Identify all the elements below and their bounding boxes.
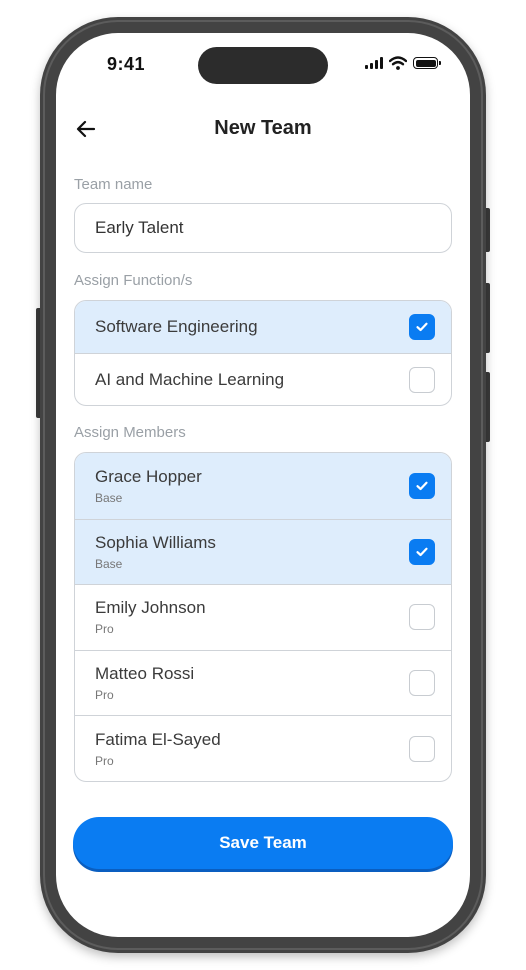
checkbox-checked[interactable]: [409, 314, 435, 340]
member-item-sophia-williams[interactable]: Sophia Williams Base: [75, 518, 451, 585]
functions-list: Software Engineering AI and Machine Lear…: [74, 300, 452, 406]
member-plan: Pro: [95, 688, 114, 703]
function-label: Software Engineering: [95, 317, 258, 336]
assign-members-label: Assign Members: [74, 424, 186, 441]
member-plan: Base: [95, 556, 123, 571]
save-team-button[interactable]: Save Team: [73, 817, 453, 869]
dynamic-island: [198, 47, 328, 84]
function-label: AI and Machine Learning: [95, 369, 285, 389]
member-name: Fatima El-Sayed: [95, 729, 221, 749]
checkbox-checked[interactable]: [409, 538, 435, 565]
battery-icon: [413, 57, 441, 69]
member-text: Fatima El-Sayed Pro: [95, 730, 221, 768]
checkmark-icon: [416, 481, 428, 490]
checkbox-checked[interactable]: [409, 472, 435, 499]
member-item-emily-johnson[interactable]: Emily Johnson Pro: [75, 584, 451, 650]
checkbox-unchecked[interactable]: [409, 670, 435, 697]
member-item-matteo-rossi[interactable]: Matteo Rossi Pro: [75, 649, 451, 716]
team-name-field-wrapper: [74, 203, 452, 253]
checkbox-unchecked[interactable]: [409, 604, 435, 631]
cellular-signal-icon: [365, 57, 383, 69]
member-item-fatima-el-sayed[interactable]: Fatima El-Sayed Pro: [75, 715, 451, 781]
member-plan: Pro: [95, 622, 114, 637]
status-time: 9:41: [107, 54, 146, 74]
assign-functions-label: Assign Function/s: [74, 272, 193, 289]
member-name: Emily Johnson: [95, 598, 206, 618]
team-name-input[interactable]: [75, 204, 451, 252]
checkbox-unchecked[interactable]: [409, 366, 435, 393]
status-icons: [365, 55, 441, 71]
team-name-label: Team name: [74, 176, 153, 193]
function-item-software-engineering[interactable]: Software Engineering: [75, 301, 451, 353]
checkmark-icon: [416, 322, 428, 332]
function-item-ai-ml[interactable]: AI and Machine Learning: [75, 353, 451, 405]
member-text: Grace Hopper Base: [95, 467, 202, 505]
member-name: Matteo Rossi: [95, 664, 195, 684]
member-text: Matteo Rossi Pro: [95, 664, 194, 702]
checkmark-icon: [416, 547, 428, 556]
member-name: Sophia Williams: [95, 532, 216, 552]
member-name: Grace Hopper: [95, 466, 202, 486]
wifi-icon: [389, 56, 407, 70]
phone-screen: 9:41 New Team Team name Assign Function/…: [56, 33, 470, 937]
member-item-grace-hopper[interactable]: Grace Hopper Base: [75, 453, 451, 519]
page-title: New Team: [214, 117, 312, 139]
member-plan: Pro: [95, 753, 114, 768]
member-plan: Base: [95, 490, 123, 505]
stage: 9:41 New Team Team name Assign Function/…: [0, 0, 526, 970]
member-text: Sophia Williams Base: [95, 533, 216, 571]
member-text: Emily Johnson Pro: [95, 598, 206, 636]
checkbox-unchecked[interactable]: [409, 735, 435, 762]
members-list: Grace Hopper Base Sophia Williams Base E…: [74, 452, 452, 782]
